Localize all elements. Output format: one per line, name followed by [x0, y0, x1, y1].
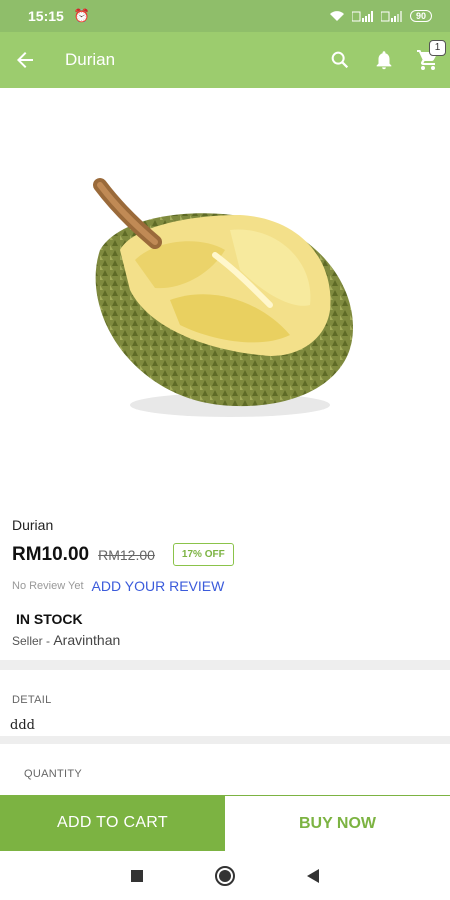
signal-icon: [351, 10, 373, 22]
seller-label: Seller -: [12, 634, 54, 648]
section-divider: [0, 660, 450, 670]
status-icons: 90: [329, 10, 432, 22]
back-icon[interactable]: [306, 868, 320, 884]
buy-now-button[interactable]: BUY NOW: [225, 795, 450, 851]
price-row: RM10.00 RM12.00 17% OFF: [12, 543, 234, 566]
signal-icon-2: [380, 10, 402, 22]
app-bar: Durian 1: [0, 32, 450, 88]
cart-count-badge: 1: [429, 40, 446, 56]
status-time: 15:15: [28, 8, 64, 24]
add-to-cart-button[interactable]: ADD TO CART: [0, 795, 225, 851]
page-title: Durian: [65, 50, 116, 69]
system-nav-bar: [0, 851, 450, 900]
stock-status: IN STOCK: [16, 611, 83, 627]
bottom-action-bar: ADD TO CART BUY NOW: [0, 795, 450, 851]
bell-icon[interactable]: [362, 32, 406, 88]
current-price: RM10.00: [12, 543, 90, 565]
recents-icon[interactable]: [130, 869, 144, 883]
alarm-icon: ⏰: [73, 8, 90, 23]
review-row: No Review Yet ADD YOUR REVIEW: [12, 578, 224, 594]
search-icon[interactable]: [318, 32, 362, 88]
quantity-heading: QUANTITY: [24, 768, 83, 780]
seller-name: Aravinthan: [53, 632, 121, 648]
back-arrow-icon[interactable]: [0, 32, 50, 88]
discount-badge: 17% OFF: [172, 543, 234, 566]
product-image: [93, 178, 354, 417]
product-name: Durian: [12, 517, 54, 533]
section-divider: [0, 736, 450, 744]
original-price: RM12.00: [98, 546, 155, 563]
review-status: No Review Yet: [12, 580, 84, 592]
detail-text: ddd: [10, 718, 35, 733]
seller-info: Seller - Aravinthan: [12, 632, 120, 648]
wifi-icon: [329, 11, 344, 21]
cart-icon[interactable]: 1: [406, 32, 450, 88]
detail-heading: DETAIL: [12, 694, 52, 706]
home-icon[interactable]: [214, 865, 236, 887]
status-bar: 15:15 ⏰ 90: [0, 0, 450, 32]
add-review-link[interactable]: ADD YOUR REVIEW: [92, 578, 225, 594]
battery-indicator: 90: [409, 10, 432, 22]
